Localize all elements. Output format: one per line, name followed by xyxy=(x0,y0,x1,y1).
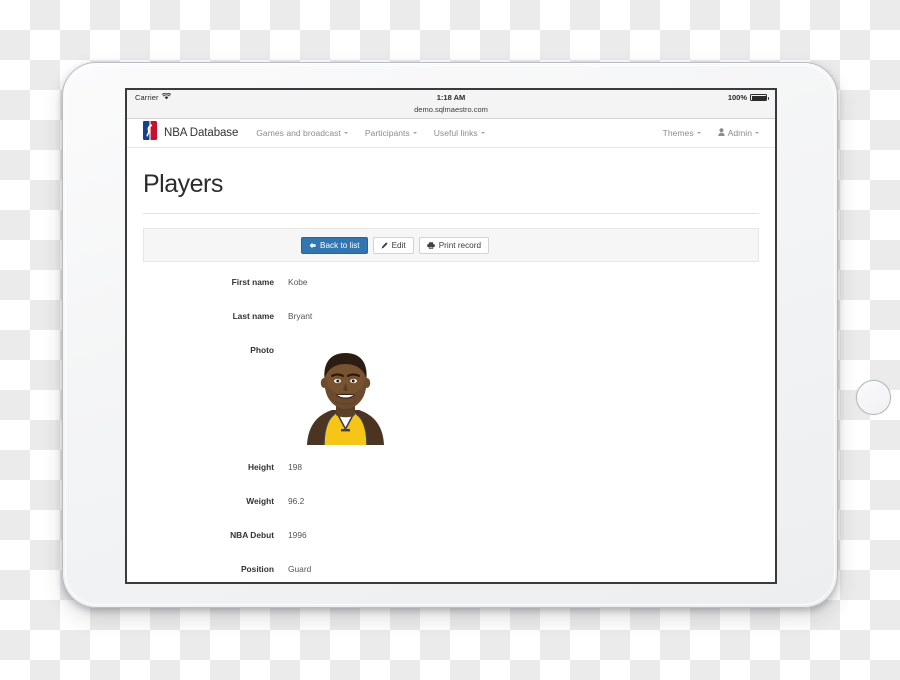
nav-item-useful-links[interactable]: Useful links xyxy=(434,128,485,138)
field-value: Bryant xyxy=(288,311,313,321)
tablet-screen: Carrier 1:18 AM 100% demo.sqlmaestro.com xyxy=(125,88,777,584)
field-label: Last name xyxy=(232,311,274,321)
url-text: demo.sqlmaestro.com xyxy=(414,105,488,114)
nav-item-admin[interactable]: Admin xyxy=(717,128,759,138)
field-label: Weight xyxy=(246,496,274,506)
field-value: 96.2 xyxy=(288,496,305,506)
nav-item-participants[interactable]: Participants xyxy=(365,128,417,138)
page-title: Players xyxy=(143,148,759,214)
battery-full-icon xyxy=(750,93,769,102)
field-row-height: Height 198 xyxy=(143,461,759,472)
site-navbar: NBA Database Games and broadcast Partici… xyxy=(127,119,775,148)
ios-status-bar: Carrier 1:18 AM 100% xyxy=(127,90,775,105)
chevron-down-icon xyxy=(343,132,348,134)
edit-button[interactable]: Edit xyxy=(372,236,414,254)
chevron-down-icon xyxy=(755,132,759,134)
tablet-device: Carrier 1:18 AM 100% demo.sqlmaestro.com xyxy=(62,62,891,608)
field-label: NBA Debut xyxy=(230,530,274,540)
chevron-down-icon xyxy=(696,132,701,134)
nav-item-themes[interactable]: Themes xyxy=(663,128,701,138)
field-label: Height xyxy=(247,462,274,472)
print-record-label: Print record xyxy=(438,240,482,250)
status-bar-time: 1:18 AM xyxy=(436,93,466,102)
brand-label: NBA Database xyxy=(164,127,239,139)
field-row-last-name: Last name Bryant xyxy=(143,310,759,321)
chevron-down-icon xyxy=(480,132,485,134)
back-to-list-button[interactable]: Back to list xyxy=(301,236,368,254)
record-toolbar: Back to list Edit Print record xyxy=(143,228,759,262)
brand[interactable]: NBA Database xyxy=(143,121,238,145)
field-value: Kobe xyxy=(288,277,308,287)
edit-label: Edit xyxy=(391,240,406,250)
field-row-photo: Photo xyxy=(143,344,759,445)
nav-item-label: Participants xyxy=(364,128,410,138)
field-value: 198 xyxy=(288,462,302,472)
field-row-weight: Weight 96.2 xyxy=(143,495,759,506)
nav-item-label: Admin xyxy=(727,128,752,138)
nav-item-label: Games and broadcast xyxy=(256,128,341,138)
field-value: Guard xyxy=(288,564,312,574)
back-to-list-label: Back to list xyxy=(320,240,360,250)
record-details: First name Kobe Last name Bryant Photo H… xyxy=(143,276,759,582)
printer-icon xyxy=(427,241,435,249)
browser-url-bar[interactable]: demo.sqlmaestro.com xyxy=(127,105,775,119)
nav-item-label: Useful links xyxy=(433,128,478,138)
field-label: Position xyxy=(240,564,274,574)
player-photo xyxy=(288,345,403,445)
field-value: 1996 xyxy=(288,530,307,540)
field-row-first-name: First name Kobe xyxy=(143,276,759,287)
page-content: Players Back to list Edit Print record F… xyxy=(127,148,775,582)
nav-item-games-and-broadcast[interactable]: Games and broadcast xyxy=(256,128,348,138)
nba-logo-icon xyxy=(143,121,157,145)
field-row-position: Position Guard xyxy=(143,563,759,574)
home-button[interactable] xyxy=(856,380,891,415)
field-label: Photo xyxy=(250,345,274,355)
arrow-left-icon xyxy=(309,242,316,249)
nav-links: Games and broadcast Participants Useful … xyxy=(256,128,485,138)
nav-item-label: Themes xyxy=(662,128,694,138)
user-icon xyxy=(717,128,725,138)
pencil-icon xyxy=(381,241,388,249)
print-record-button[interactable]: Print record xyxy=(418,236,490,254)
nav-right: Themes Admin xyxy=(663,128,759,138)
field-label: First name xyxy=(231,277,274,287)
chevron-down-icon xyxy=(412,132,417,134)
field-row-nba-debut: NBA Debut 1996 xyxy=(143,529,759,540)
